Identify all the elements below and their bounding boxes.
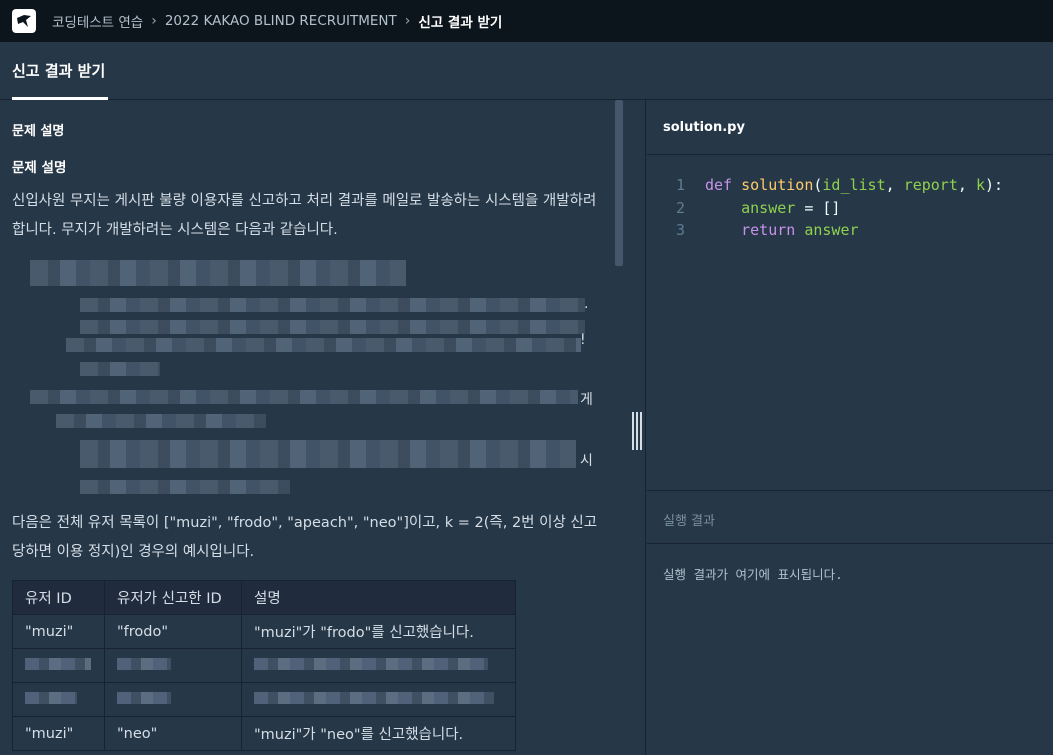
table-cell: "muzi"가 "neo"를 신고했습니다.: [241, 716, 516, 751]
table-cell: "frodo": [104, 614, 242, 649]
chevron-right-icon: ›: [404, 13, 411, 29]
table-row-blurred: [12, 682, 516, 717]
table-row-blurred: [12, 648, 516, 683]
file-name: solution.py: [663, 120, 745, 135]
problem-scrollbar[interactable]: [615, 100, 623, 266]
table-header: 유저가 신고한 ID: [104, 580, 242, 615]
tab-problem[interactable]: 신고 결과 받기: [12, 60, 105, 81]
blurred-text: [25, 691, 77, 704]
code-editor[interactable]: 1 def solution(id_list, report, k): 2 an…: [647, 174, 1053, 242]
blurred-text: [117, 657, 171, 670]
blurred-text: [80, 440, 576, 468]
resize-handle[interactable]: [632, 412, 642, 450]
top-navigation-bar: 코딩테스트 연습 › 2022 KAKAO BLIND RECRUITMENT …: [0, 0, 1053, 42]
blurred-text: [56, 414, 266, 428]
table-cell: "neo": [104, 716, 242, 751]
breadcrumb-item-kakao[interactable]: 2022 KAKAO BLIND RECRUITMENT: [165, 13, 397, 29]
result-title: 실행 결과: [663, 514, 715, 529]
blurred-text: [117, 691, 171, 704]
breadcrumb-current: 신고 결과 받기: [418, 15, 503, 31]
code-line: 1 def solution(id_list, report, k):: [647, 174, 1053, 197]
table-cell: "muzi": [12, 716, 105, 751]
table-row: "muzi" "frodo" "muzi"가 "frodo"를 신고했습니다.: [12, 614, 516, 649]
result-header: 실행 결과: [647, 490, 1053, 544]
line-number: 2: [675, 198, 685, 217]
code-line: 3 return answer: [647, 219, 1053, 242]
logo-icon[interactable]: [12, 9, 36, 33]
section-label: 문제 설명: [12, 124, 65, 139]
line-number: 3: [675, 221, 685, 239]
blurred-text: [25, 657, 91, 670]
tab-bar: 신고 결과 받기: [0, 42, 1053, 100]
blurred-tail: 게: [580, 392, 593, 408]
blurred-text: [254, 657, 488, 670]
example-table: 유저 ID 유저가 신고한 ID 설명 "muzi" "frodo" "muzi…: [12, 580, 516, 751]
problem-heading: 문제 설명: [12, 160, 67, 176]
problem-intro: 신입사원 무지는 게시판 불량 이용자를 신고하고 처리 결과를 메일로 발송하…: [12, 193, 597, 238]
blurred-text: [80, 320, 585, 334]
table-cell: "muzi": [12, 614, 105, 649]
table-cell: "muzi"가 "frodo"를 신고했습니다.: [241, 614, 516, 649]
code-line: 2 answer = []: [647, 197, 1053, 220]
table-row: "muzi" "neo" "muzi"가 "neo"를 신고했습니다.: [12, 716, 516, 751]
blurred-text: [80, 480, 290, 494]
breadcrumb: 코딩테스트 연습 › 2022 KAKAO BLIND RECRUITMENT …: [52, 11, 502, 31]
example-intro: 다음은 전체 유저 목록이 ["muzi", "frodo", "apeach"…: [12, 515, 598, 560]
blurred-tail: !: [580, 332, 586, 348]
blurred-tail: 시: [580, 453, 593, 469]
blurred-text: [30, 260, 406, 286]
breadcrumb-item-coding-test[interactable]: 코딩테스트 연습: [52, 11, 143, 31]
blurred-text: [254, 691, 494, 704]
table-header: 설명: [241, 580, 516, 615]
line-number: 1: [675, 176, 685, 194]
editor-header: solution.py: [647, 100, 1053, 155]
editor-panel: solution.py 1 def solution(id_list, repo…: [647, 100, 1053, 755]
blurred-text: [30, 390, 578, 404]
blurred-text: [80, 298, 585, 312]
blurred-text: [66, 338, 581, 352]
blurred-tail: .: [584, 296, 589, 312]
result-output: 실행 결과가 여기에 표시됩니다.: [663, 567, 843, 582]
chevron-right-icon: ›: [151, 13, 157, 29]
blurred-text: [80, 362, 160, 376]
table-header: 유저 ID: [12, 580, 105, 615]
